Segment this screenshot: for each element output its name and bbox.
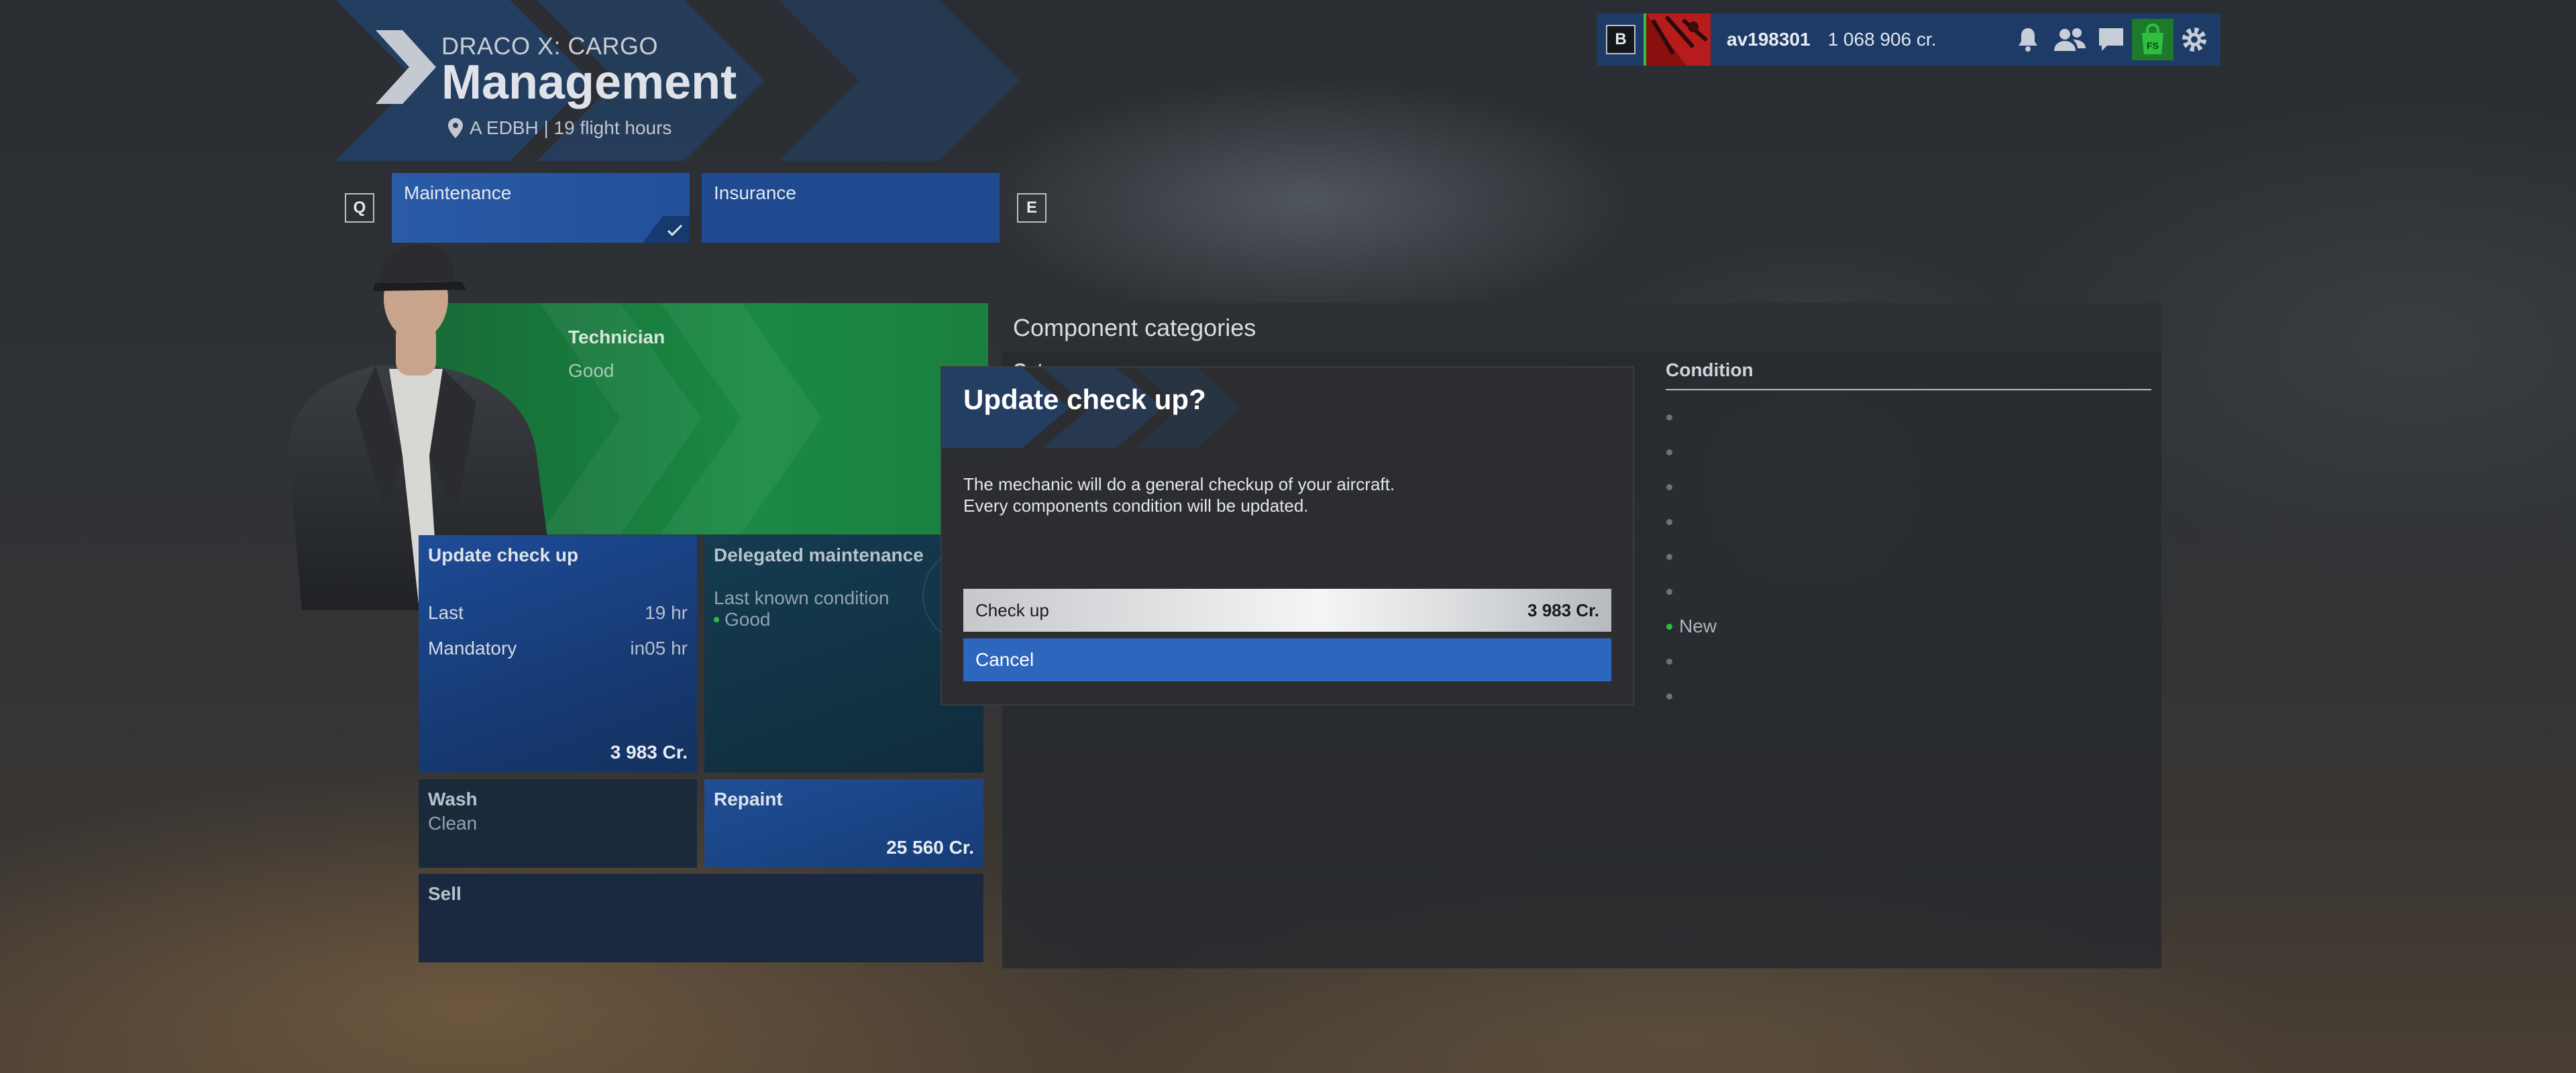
repaint-price: 25 560 Cr. — [886, 837, 974, 858]
page-title: Management — [441, 56, 737, 109]
update-checkup-card[interactable]: Update check up Last 19 hr Mandatory in0… — [419, 535, 697, 773]
condition-dot-icon — [1666, 519, 1672, 525]
marketplace-icon[interactable]: FS — [2132, 19, 2174, 60]
checkup-confirm-button[interactable]: Check up 3 983 Cr. — [963, 589, 1611, 632]
avatar-image — [1646, 13, 1711, 66]
location-info: A EDBH | 19 flight hours — [448, 117, 672, 139]
friends-icon[interactable] — [2049, 19, 2090, 60]
condition-dot-icon — [1666, 414, 1672, 420]
avatar[interactable] — [1644, 13, 1711, 66]
mandatory-row: Mandatory in05 hr — [428, 638, 688, 659]
condition-dot-icon — [1666, 693, 1672, 699]
chat-icon[interactable] — [2090, 19, 2132, 60]
mandatory-label: Mandatory — [428, 638, 517, 659]
marketplace-label: FS — [2147, 40, 2159, 51]
card-title: Wash — [428, 789, 478, 809]
tab-insurance[interactable]: Insurance — [702, 173, 1000, 243]
last-value: 19 hr — [645, 602, 688, 623]
component-panel-title: Component categories — [1013, 314, 1256, 341]
condition-value: Good — [724, 609, 771, 630]
dialog-title: Update check up? — [963, 384, 1206, 415]
tab-label: Maintenance — [404, 182, 512, 203]
checkup-price: 3 983 Cr. — [610, 742, 688, 763]
bell-icon[interactable] — [2007, 19, 2049, 60]
key-hint-q: Q — [345, 193, 374, 223]
technician-title: Technician — [568, 327, 665, 347]
card-title: Update check up — [428, 545, 579, 565]
selected-checkmark-icon — [643, 216, 690, 243]
sell-card[interactable]: Sell — [419, 874, 983, 962]
condition-dot-icon — [1666, 449, 1672, 455]
location-pin-icon — [448, 118, 463, 138]
settings-icon[interactable] — [2174, 19, 2215, 60]
card-title: Sell — [428, 883, 462, 904]
location-text: A EDBH | 19 flight hours — [470, 117, 672, 138]
condition-new-dot-icon — [1666, 624, 1672, 630]
dialog-message: The mechanic will do a general checkup o… — [963, 473, 1395, 516]
condition-dot-icon — [1666, 484, 1672, 490]
title-arrow-icon — [376, 30, 436, 104]
condition-dot-icon — [1666, 554, 1672, 560]
top-bar: B av198301 1 068 906 cr. FS — [1597, 13, 2220, 66]
condition-dot-icon — [1666, 659, 1672, 665]
dialog-message-line: The mechanic will do a general checkup o… — [963, 474, 1395, 494]
cancel-button[interactable]: Cancel — [963, 638, 1611, 681]
condition-column-header: Condition — [1666, 359, 1754, 380]
card-title: Repaint — [714, 789, 783, 809]
condition-dot-icon — [1666, 589, 1672, 595]
wash-card[interactable]: Wash Clean — [419, 779, 697, 868]
status-dot-icon — [714, 617, 719, 622]
header-divider — [1666, 389, 2151, 390]
key-hint-e: E — [1017, 193, 1046, 223]
confirm-price: 3 983 Cr. — [1527, 600, 1599, 620]
username[interactable]: av198301 — [1727, 29, 1811, 50]
mandatory-value: in05 hr — [630, 638, 688, 659]
wash-status: Clean — [428, 813, 478, 834]
technician-rating: Good — [568, 360, 614, 381]
last-label: Last — [428, 602, 464, 623]
tab-label: Insurance — [714, 182, 796, 203]
condition-new-label: New — [1679, 616, 1717, 636]
cancel-label: Cancel — [975, 649, 1034, 670]
tab-maintenance[interactable]: Maintenance — [392, 173, 690, 243]
confirm-label: Check up — [975, 600, 1049, 620]
key-hint-b: B — [1606, 25, 1635, 54]
last-row: Last 19 hr — [428, 602, 688, 624]
dialog-message-line: Every components condition will be updat… — [963, 496, 1309, 516]
credits-balance: 1 068 906 cr. — [1827, 29, 1937, 50]
repaint-card[interactable]: Repaint 25 560 Cr. — [704, 779, 983, 868]
